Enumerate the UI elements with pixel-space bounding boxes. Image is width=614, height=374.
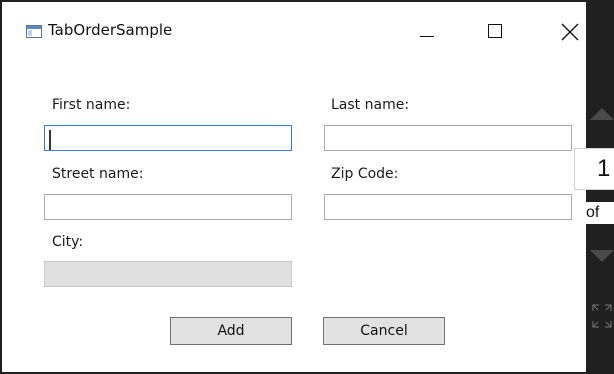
page-of-label: of	[586, 202, 614, 224]
window-title: TabOrderSample	[48, 21, 173, 39]
expand-icon[interactable]	[590, 302, 614, 330]
maximize-icon	[488, 24, 502, 38]
street-name-input[interactable]	[44, 194, 292, 220]
minimize-icon	[420, 36, 434, 37]
maximize-button[interactable]	[476, 20, 516, 46]
close-button[interactable]	[550, 20, 590, 46]
city-label: City:	[52, 234, 84, 250]
title-bar[interactable]: TabOrderSample	[2, 2, 586, 62]
zip-code-input[interactable]	[324, 194, 572, 220]
first-name-input[interactable]	[44, 125, 292, 151]
app-window-icon	[26, 25, 42, 38]
last-name-input[interactable]	[324, 125, 572, 151]
cancel-button[interactable]: Cancel	[323, 317, 445, 345]
add-button[interactable]: Add	[170, 317, 292, 345]
close-icon	[561, 23, 579, 41]
text-caret	[49, 130, 51, 150]
first-name-label: First name:	[52, 97, 131, 113]
page-number-box[interactable]: 1	[574, 148, 614, 190]
page-up-arrow[interactable]	[590, 108, 614, 120]
page-down-arrow[interactable]	[590, 250, 614, 262]
minimize-button[interactable]	[406, 20, 446, 46]
street-name-label: Street name:	[52, 166, 144, 182]
city-input	[44, 261, 292, 287]
last-name-label: Last name:	[331, 97, 410, 113]
page-number: 1	[597, 155, 611, 182]
zip-code-label: Zip Code:	[331, 166, 399, 182]
app-window: TabOrderSample First name: Last name: St…	[2, 2, 586, 372]
